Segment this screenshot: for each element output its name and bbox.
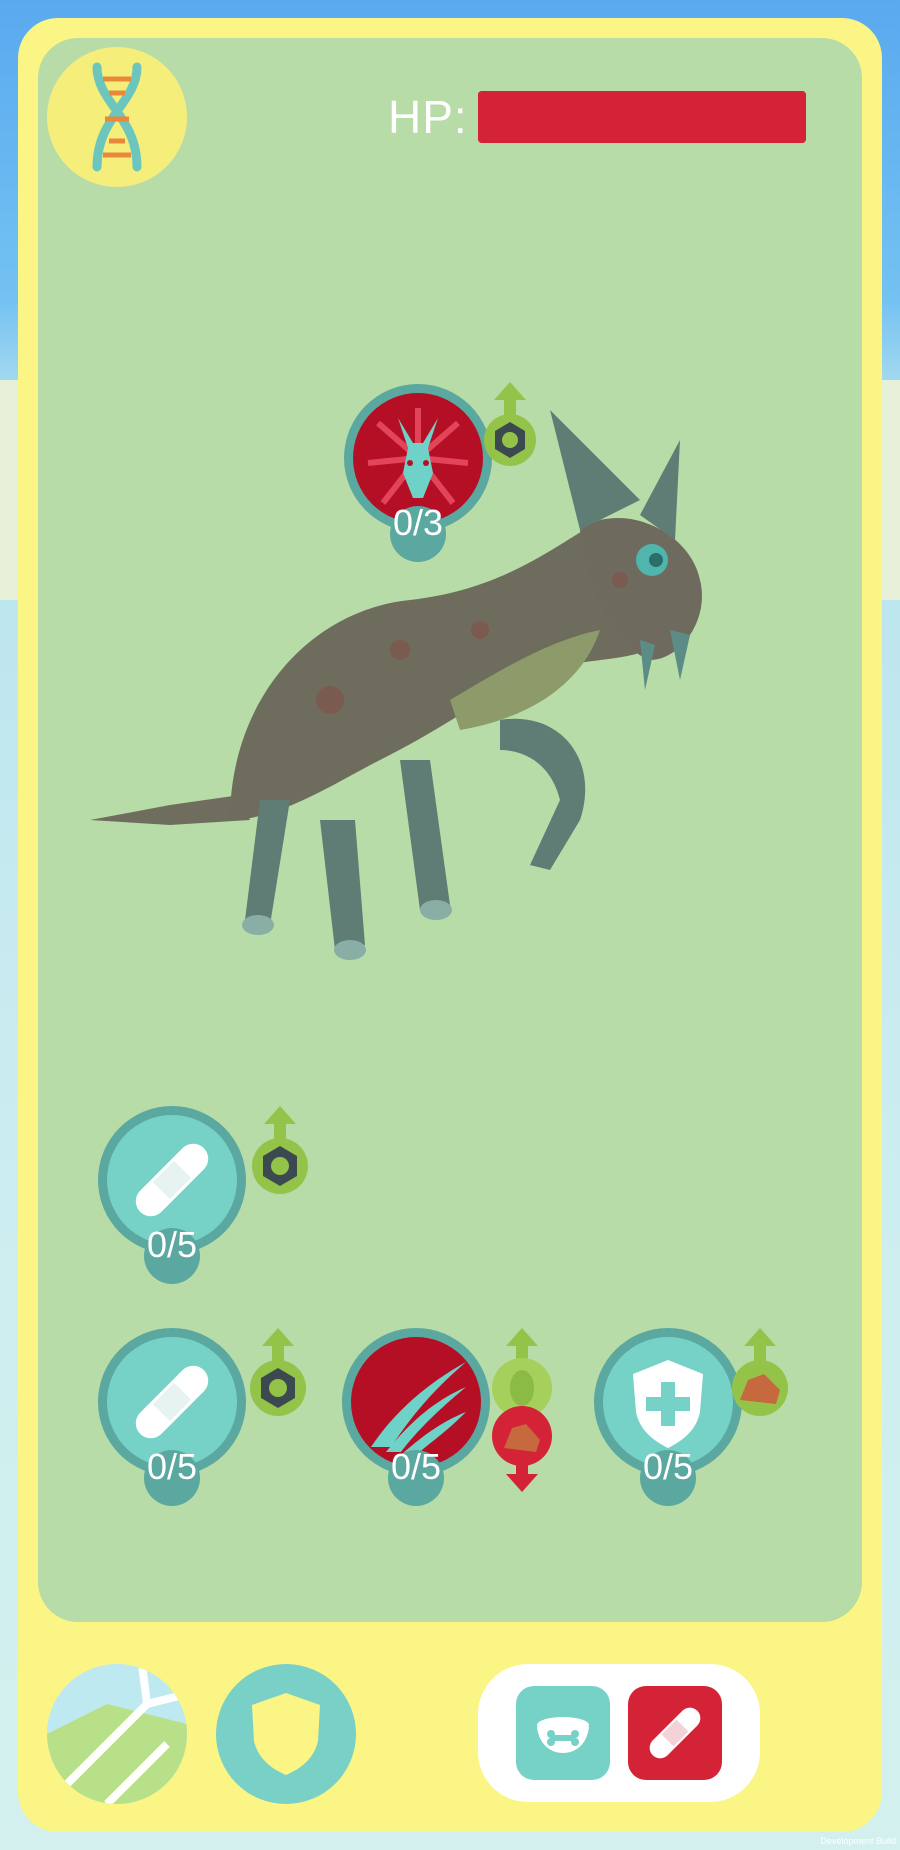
hp-bar (478, 91, 806, 143)
upgrade-nut-icon (484, 382, 536, 466)
skill-bandage-1[interactable]: 0/5 (98, 1106, 248, 1296)
skill-bandage-2[interactable]: 0/5 (98, 1328, 248, 1518)
map-icon (47, 1664, 187, 1804)
background-scenery-right (882, 380, 900, 600)
skill-shield-plus[interactable]: 0/5 (594, 1328, 744, 1518)
dev-build-label: Development Build (820, 1836, 896, 1846)
care-actions (478, 1664, 760, 1802)
heal-button[interactable] (628, 1686, 722, 1780)
upgrade-nut-icon (250, 1328, 306, 1416)
dna-button[interactable] (47, 47, 187, 187)
upgrade-icon (492, 1328, 552, 1492)
defense-button[interactable] (216, 1664, 356, 1804)
dna-icon (92, 62, 142, 172)
skill-claw[interactable]: 0/5 (342, 1328, 492, 1518)
claw-slash-icon (371, 1362, 466, 1455)
hp-label: HP: (388, 91, 468, 143)
bandage-icon (649, 1707, 701, 1759)
upgrade-meat-icon (732, 1328, 788, 1416)
map-button[interactable] (47, 1664, 187, 1804)
food-bowl-icon (537, 1717, 589, 1753)
skill-count: 0/5 (146, 1224, 198, 1265)
bandage-icon (135, 1143, 209, 1217)
skill-dragon-head[interactable]: 0/3 (344, 384, 494, 574)
skill-count: 0/3 (392, 502, 444, 543)
feed-button[interactable] (516, 1686, 610, 1780)
dragon-head-icon (367, 408, 469, 505)
skill-count: 0/5 (390, 1446, 442, 1487)
shield-icon (252, 1693, 320, 1775)
skill-count: 0/5 (146, 1446, 198, 1487)
skill-count: 0/5 (642, 1446, 694, 1487)
shield-plus-icon (633, 1360, 703, 1448)
hp-bar-fill (478, 91, 806, 143)
upgrade-nut-icon (252, 1106, 308, 1194)
bandage-icon (135, 1365, 209, 1439)
background-scenery-left (0, 380, 18, 600)
